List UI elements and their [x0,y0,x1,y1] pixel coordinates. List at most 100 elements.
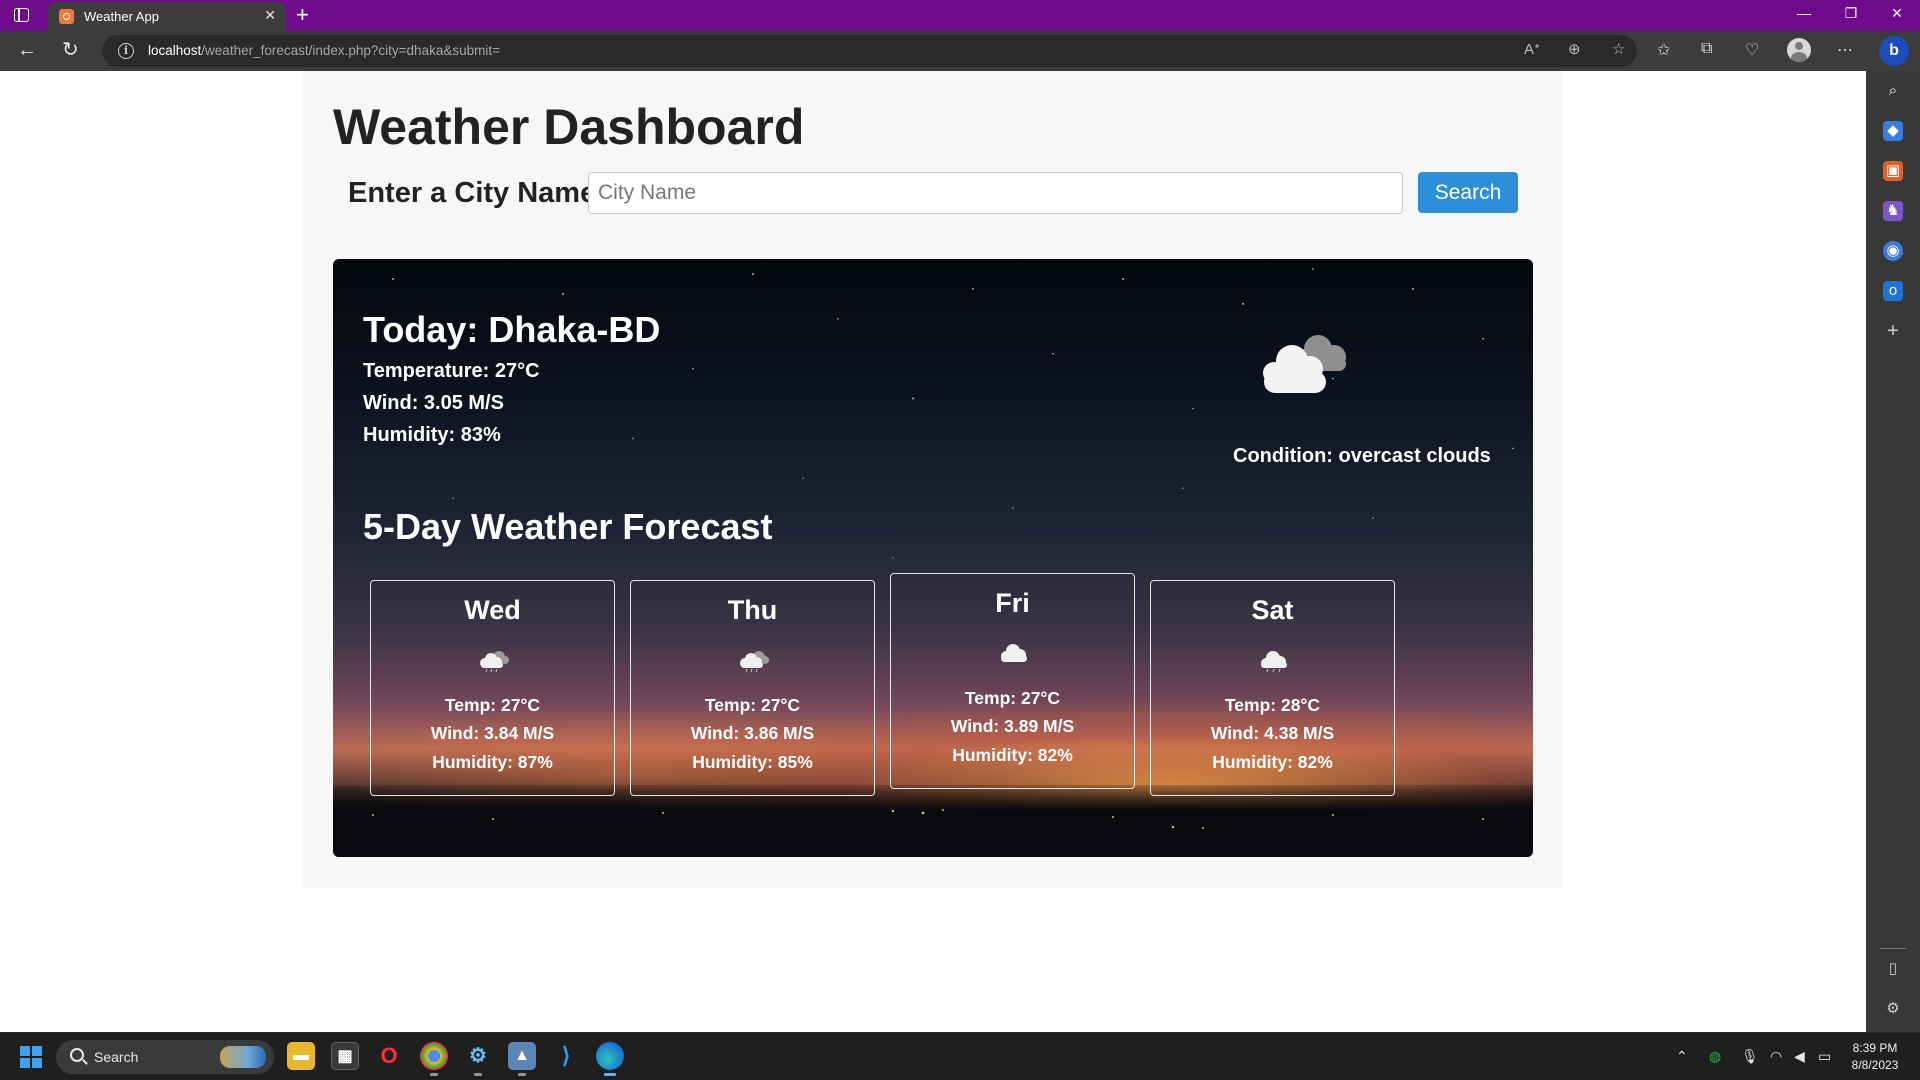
running-indicator [518,1073,526,1076]
edge-sidebar: ⌕ ◆ ▣ ♞ ◉ o + ▯ ⚙ [1866,71,1920,1032]
forecast-day-name: Wed [464,595,521,625]
sidebar-settings-icon[interactable]: ⚙ [1883,999,1903,1019]
sidebar-tools-icon[interactable]: ▣ [1883,161,1903,181]
clock-time: 8:39 PM [1852,1041,1898,1055]
new-tab-button[interactable]: + [296,2,309,28]
sidebar-office-icon[interactable]: ◉ [1883,241,1903,261]
microphone-icon[interactable]: 🎙 [1741,1048,1759,1065]
volume-icon[interactable]: ◀ [1794,1048,1805,1065]
browser-toolbar: ← ↻ i localhost/weather_forecast/index.p… [0,31,1920,71]
address-bar[interactable]: i localhost/weather_forecast/index.php?c… [102,35,1637,67]
forecast-temp: Temp: 27°C [964,688,1061,708]
url-text[interactable]: localhost/weather_forecast/index.php?cit… [148,43,500,58]
refresh-icon[interactable]: ↻ [62,39,79,61]
bing-copilot-icon[interactable]: b [1879,36,1909,66]
show-hidden-icons-chevron-icon[interactable]: ⌃ [1676,1048,1688,1065]
forecast-temp: Temp: 27°C [444,695,541,715]
battery-icon[interactable]: ▭ [1818,1048,1831,1065]
chrome-icon[interactable] [420,1042,448,1076]
security-tray-icon[interactable]: ◍ [1709,1048,1721,1065]
sidebar-shopping-icon[interactable]: ◆ [1883,121,1903,141]
forecast-humidity: Humidity: 85% [692,752,813,772]
city-search-input[interactable] [588,172,1403,214]
wifi-icon[interactable]: ◠ [1770,1048,1782,1065]
running-indicator [430,1073,438,1076]
read-aloud-icon[interactable]: Aᐩ [1524,40,1540,58]
file-explorer-icon[interactable]: ▬ [287,1042,315,1070]
site-info-icon[interactable]: i [118,43,134,59]
opera-browser-icon[interactable]: O [375,1042,403,1070]
running-indicator [474,1073,482,1076]
back-arrow-icon[interactable]: ← [17,39,37,61]
rain-cloud-icon [1261,651,1287,673]
profile-avatar-icon[interactable] [1787,38,1811,62]
sidebar-outlook-icon[interactable]: o [1883,281,1903,301]
search-icon [70,1048,84,1062]
search-button[interactable]: Search [1418,172,1518,213]
steam-icon[interactable]: ⚙ [464,1042,492,1076]
microsoft-store-icon[interactable]: ▦ [331,1042,359,1070]
system-clock[interactable]: 8:39 PM 8/8/2023 [1838,1040,1912,1074]
forecast-temp: Temp: 27°C [704,695,801,715]
forecast-day-name: Sat [1251,595,1294,625]
forecast-wind: Wind: 3.86 M/S [690,723,815,743]
search-highlight-illustration [220,1046,266,1068]
condition-text: Condition: overcast clouds [1233,445,1491,467]
forecast-humidity: Humidity: 82% [952,745,1073,765]
sidebar-games-icon[interactable]: ♞ [1883,201,1903,221]
today-temperature: Temperature: 27°C [363,360,540,382]
favorites-icon[interactable]: ✩ [1657,40,1670,60]
today-humidity: Humidity: 83% [363,424,501,446]
active-indicator [604,1073,616,1076]
sidebar-hide-icon[interactable]: ▯ [1883,959,1903,979]
clock-date: 8/8/2023 [1851,1058,1899,1072]
forecast-wind: Wind: 3.84 M/S [430,723,555,743]
favorite-star-icon[interactable]: ☆ [1612,40,1625,58]
minimize-button[interactable]: — [1789,5,1819,21]
city-input-label: Enter a City Name [348,177,597,209]
city-lights-decoration [372,809,1484,829]
forecast-wind: Wind: 3.89 M/S [950,716,1075,736]
tab-close-icon[interactable]: ✕ [264,7,276,24]
taskbar-search-label: Search [94,1049,139,1065]
forecast-wind: Wind: 4.38 M/S [1210,723,1335,743]
restore-button[interactable]: ❐ [1836,5,1866,22]
taskbar-search-box[interactable]: Search [56,1040,274,1074]
web-page: Weather Dashboard Enter a City Name Sear… [0,71,1866,1032]
dashboard-container: Weather Dashboard Enter a City Name Sear… [303,71,1563,888]
windows-start-icon[interactable] [20,1046,42,1068]
sidebar-divider [1880,948,1906,949]
forecast-title: 5-Day Weather Forecast [363,506,773,547]
forecast-humidity: Humidity: 82% [1212,752,1333,772]
forecast-day-name: Thu [727,595,778,625]
rain-cloud-icon [480,651,509,673]
forecast-card-wed: Wed Temp: 27°C Wind: 3.84 M/S Humidity: … [370,580,615,796]
forecast-day-name: Fri [995,588,1030,618]
windows-taskbar: Search ▬ ▦ O ⚙ ▲ ⟩ ⌃ ◍ 🎙 ◠ ◀ ▭ 8:39 PM 8… [0,1032,1920,1080]
more-options-icon[interactable]: ⋯ [1837,40,1853,60]
collections-icon[interactable]: ⧉ [1701,40,1712,58]
forecast-card-fri: Fri Temp: 27°C Wind: 3.89 M/S Humidity: … [890,573,1135,789]
forecast-card-sat: Sat Temp: 28°C Wind: 4.38 M/S Humidity: … [1150,580,1395,796]
today-title: Today: Dhaka-BD [363,309,661,350]
sidebar-search-icon[interactable]: ⌕ [1883,81,1903,101]
forecast-humidity: Humidity: 87% [432,752,553,772]
photos-app-icon[interactable]: ▲ [508,1042,536,1076]
overcast-clouds-icon [1263,335,1346,393]
zoom-icon[interactable]: ⊕ [1568,40,1581,58]
close-window-button[interactable]: ✕ [1882,5,1912,22]
browser-essentials-icon[interactable]: ♡ [1745,40,1759,60]
url-path: /weather_forecast/index.php?city=dhaka&s… [201,43,500,58]
tab-actions-icon[interactable] [14,8,29,22]
vs-code-icon[interactable]: ⟩ [552,1042,580,1070]
browser-tab-weather-app[interactable]: Weather App ✕ [48,2,286,31]
browser-tab-bar: Weather App ✕ + — ❐ ✕ [0,0,1920,31]
weather-panel: Today: Dhaka-BD Temperature: 27°C Wind: … [333,259,1533,857]
today-wind: Wind: 3.05 M/S [363,392,504,414]
xampp-favicon-icon [59,9,74,24]
forecast-card-thu: Thu Temp: 27°C Wind: 3.86 M/S Humidity: … [630,580,875,796]
rain-cloud-icon [740,651,769,673]
sidebar-add-icon[interactable]: + [1883,321,1903,341]
edge-browser-icon[interactable] [596,1042,624,1076]
cloud-icon [1001,644,1027,662]
